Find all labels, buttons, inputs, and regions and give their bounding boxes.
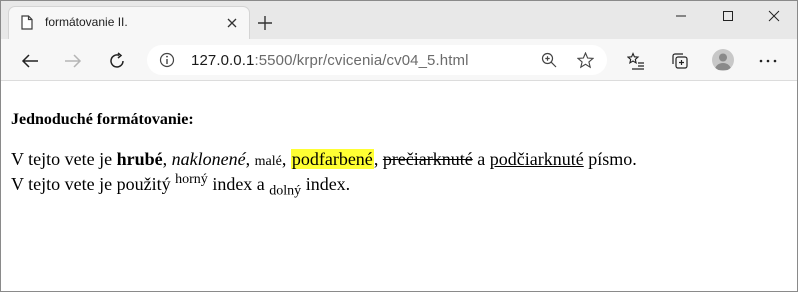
close-window-button[interactable] bbox=[751, 1, 797, 31]
highlighted-text: podfarbené bbox=[290, 149, 374, 169]
browser-tab[interactable]: formátovanie II. bbox=[9, 7, 249, 39]
refresh-icon bbox=[110, 52, 124, 68]
tab-title: formátovanie II. bbox=[45, 15, 128, 29]
page-icon bbox=[21, 15, 33, 30]
collections-button[interactable] bbox=[665, 46, 695, 76]
formatting-paragraph: V tejto vete je hrubé, naklonené, malé, … bbox=[11, 148, 791, 199]
back-arrow-icon bbox=[21, 54, 38, 68]
strikethrough-text: prečiarknuté bbox=[382, 149, 473, 169]
separator: , bbox=[373, 149, 383, 169]
zoom-icon[interactable] bbox=[541, 52, 557, 68]
back-button[interactable] bbox=[15, 46, 45, 76]
settings-menu-button[interactable] bbox=[753, 46, 783, 76]
line1-text: V tejto vete je bbox=[11, 149, 117, 169]
line1-end-text: písmo. bbox=[583, 149, 637, 169]
maximize-button[interactable] bbox=[705, 1, 751, 31]
line2-middle-text: index a bbox=[207, 174, 270, 194]
forward-arrow-icon bbox=[65, 54, 82, 68]
profile-icon bbox=[715, 53, 731, 70]
favorites-button[interactable] bbox=[621, 46, 651, 76]
browser-toolbar: 127.0.0.1:5500/krpr/cvicenia/cv04_5.html bbox=[1, 39, 797, 81]
new-tab-icon[interactable] bbox=[257, 15, 273, 31]
forward-button[interactable] bbox=[58, 46, 88, 76]
bold-text: hrubé bbox=[116, 149, 163, 169]
line2-text: V tejto vete je použitý bbox=[11, 174, 176, 194]
maximize-icon bbox=[723, 11, 733, 21]
close-icon bbox=[768, 10, 780, 22]
line2-end-text: index. bbox=[301, 174, 351, 194]
favorites-list-icon bbox=[627, 52, 644, 70]
url-text[interactable]: 127.0.0.1:5500/krpr/cvicenia/cv04_5.html bbox=[191, 52, 469, 69]
separator: , bbox=[281, 149, 291, 169]
subscript-text: dolný bbox=[269, 183, 302, 199]
separator: , bbox=[162, 149, 172, 169]
separator: , bbox=[245, 149, 255, 169]
page-content: Jednoduché formátovanie: V tejto vete je… bbox=[11, 109, 791, 199]
underlined-text: podčiarknuté bbox=[489, 149, 584, 169]
small-text: malé bbox=[254, 154, 282, 169]
address-bar[interactable]: 127.0.0.1:5500/krpr/cvicenia/cv04_5.html bbox=[147, 45, 607, 75]
minimize-icon bbox=[676, 15, 686, 17]
superscript-text: horný bbox=[175, 172, 208, 187]
close-tab-icon[interactable] bbox=[225, 16, 239, 30]
profile-avatar[interactable] bbox=[712, 49, 734, 71]
tab-strip: formátovanie II. bbox=[1, 1, 797, 39]
browser-window: formátovanie II. 127.0.0.1:5500/krpr/cvi… bbox=[0, 0, 798, 292]
url-path: :5500/krpr/cvicenia/cv04_5.html bbox=[254, 52, 469, 69]
refresh-button[interactable] bbox=[102, 46, 132, 76]
minimize-button[interactable] bbox=[658, 1, 704, 31]
italic-text: naklonené bbox=[171, 149, 246, 169]
favorite-star-icon[interactable] bbox=[577, 52, 594, 69]
info-icon[interactable] bbox=[159, 52, 175, 68]
page-heading: Jednoduché formátovanie: bbox=[11, 111, 194, 128]
conjunction-text: a bbox=[472, 149, 490, 169]
url-host: 127.0.0.1 bbox=[191, 52, 255, 69]
collections-icon bbox=[672, 53, 688, 69]
more-icon bbox=[759, 59, 777, 63]
